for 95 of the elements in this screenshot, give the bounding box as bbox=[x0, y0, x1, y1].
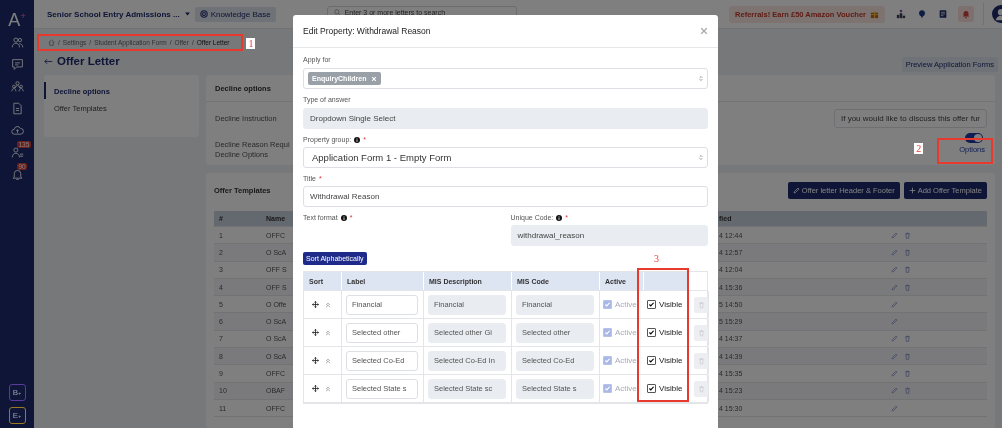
visible-checkbox[interactable] bbox=[647, 356, 656, 365]
double-chevron-up-icon[interactable] bbox=[325, 301, 331, 308]
trash-icon bbox=[697, 328, 705, 337]
bell-icon bbox=[961, 9, 971, 19]
active-checkbox[interactable] bbox=[603, 384, 612, 393]
edit-icon[interactable] bbox=[891, 283, 898, 291]
checkbox-label: Active bbox=[615, 300, 637, 309]
edit-icon[interactable] bbox=[891, 370, 898, 377]
knowledge-base-button[interactable]: Knowledge Base bbox=[194, 6, 276, 22]
search-icon bbox=[333, 9, 341, 16]
move-icon[interactable] bbox=[312, 357, 319, 364]
checkbox-label: Active bbox=[615, 328, 637, 337]
info-icon[interactable] bbox=[556, 214, 563, 221]
move-icon[interactable] bbox=[312, 329, 319, 336]
knowledge-base-label[interactable]: Knowledge Base bbox=[210, 9, 271, 19]
home-icon[interactable] bbox=[48, 38, 55, 46]
pencil-icon bbox=[792, 186, 800, 194]
info-icon[interactable] bbox=[354, 136, 361, 143]
users-icon[interactable] bbox=[10, 35, 24, 49]
lifebuoy-icon bbox=[199, 10, 208, 18]
edit-icon[interactable] bbox=[891, 231, 898, 239]
trash-icon[interactable] bbox=[904, 370, 911, 377]
group-icon[interactable] bbox=[10, 79, 24, 93]
bell-icon[interactable] bbox=[10, 167, 24, 181]
delete-button[interactable] bbox=[694, 352, 708, 369]
move-icon[interactable] bbox=[312, 301, 319, 308]
info-icon[interactable] bbox=[340, 214, 347, 221]
edit-icon[interactable] bbox=[891, 404, 898, 412]
checkbox-label: Visible bbox=[659, 300, 683, 309]
edit-icon[interactable] bbox=[891, 352, 898, 360]
unique-code-field: withdrawal_reason bbox=[510, 225, 708, 246]
edit-icon[interactable] bbox=[891, 335, 898, 343]
active-checkbox[interactable] bbox=[603, 356, 612, 365]
trash-icon[interactable] bbox=[904, 335, 911, 343]
document-icon[interactable] bbox=[10, 101, 24, 115]
trash-icon[interactable] bbox=[904, 266, 911, 274]
trash-icon[interactable] bbox=[904, 387, 911, 395]
trash-icon[interactable] bbox=[904, 248, 911, 256]
back-arrow-icon[interactable] bbox=[44, 57, 53, 65]
title-field[interactable]: Withdrawal Reason bbox=[303, 186, 708, 207]
podium-icon[interactable] bbox=[896, 9, 906, 19]
workspace-selector[interactable]: Senior School Entry Admissions ... bbox=[47, 9, 180, 19]
annotation-number: 2 bbox=[914, 143, 924, 154]
double-chevron-up-icon[interactable] bbox=[325, 329, 331, 336]
trash-icon[interactable] bbox=[904, 352, 911, 360]
select-value: Application Form 1 - Empty Form bbox=[312, 152, 452, 163]
annotation-number: 3 bbox=[654, 253, 659, 264]
checkbox-label: Visible bbox=[659, 356, 683, 365]
chevron-updown-icon bbox=[699, 154, 703, 161]
document-icon[interactable] bbox=[938, 9, 948, 19]
plus-icon bbox=[908, 186, 916, 194]
answer-type-field: Dropdown Single Select bbox=[303, 108, 708, 129]
annotation-number: 1 bbox=[246, 37, 256, 49]
property-group-select[interactable]: Application Form 1 - Empty Form bbox=[303, 147, 708, 168]
trash-icon bbox=[697, 300, 705, 309]
alert-button[interactable] bbox=[958, 6, 974, 22]
cloud-upload-icon[interactable] bbox=[10, 123, 24, 137]
visible-checkbox[interactable] bbox=[647, 328, 656, 337]
remove-icon[interactable] bbox=[371, 75, 378, 82]
pin-icon[interactable] bbox=[917, 9, 927, 19]
checkbox-label: Visible bbox=[659, 384, 683, 393]
trash-icon bbox=[697, 356, 705, 365]
chat-icon[interactable] bbox=[10, 57, 24, 71]
caret-icon[interactable] bbox=[184, 12, 190, 16]
edit-icon[interactable] bbox=[891, 387, 898, 395]
visible-checkbox[interactable] bbox=[647, 384, 656, 393]
app-logo[interactable]: A$^{+}$ bbox=[8, 4, 26, 28]
trash-icon[interactable] bbox=[904, 283, 911, 291]
delete-button[interactable] bbox=[694, 296, 708, 313]
checkbox-label: Active bbox=[615, 356, 637, 365]
trash-icon[interactable] bbox=[904, 231, 911, 239]
move-icon[interactable] bbox=[312, 385, 319, 392]
checkbox-label: Visible bbox=[659, 328, 683, 337]
chevron-updown-icon bbox=[699, 75, 703, 82]
double-chevron-up-icon[interactable] bbox=[325, 385, 331, 392]
checkbox-label: Active bbox=[615, 384, 637, 393]
edit-icon[interactable] bbox=[891, 248, 898, 256]
person-icon[interactable] bbox=[10, 145, 24, 159]
active-checkbox[interactable] bbox=[603, 328, 612, 337]
edit-icon[interactable] bbox=[891, 318, 898, 326]
annotation-box bbox=[937, 138, 993, 164]
toggle-switch[interactable] bbox=[965, 133, 983, 143]
delete-button[interactable] bbox=[694, 324, 708, 341]
page-title: Offer Letter bbox=[57, 55, 120, 67]
close-icon[interactable] bbox=[700, 27, 708, 35]
delete-button[interactable] bbox=[694, 380, 708, 397]
dialog-title: Edit Property: Withdrawal Reason bbox=[303, 26, 431, 36]
active-checkbox[interactable] bbox=[603, 300, 612, 309]
edit-icon[interactable] bbox=[891, 300, 898, 308]
visible-checkbox[interactable] bbox=[647, 300, 656, 309]
edit-icon[interactable] bbox=[891, 266, 898, 274]
double-chevron-up-icon[interactable] bbox=[325, 357, 331, 364]
instruction-field[interactable]: If you would like to discuss this offer fur bbox=[833, 109, 987, 128]
gift-icon bbox=[870, 9, 879, 19]
trash-icon bbox=[697, 384, 705, 393]
